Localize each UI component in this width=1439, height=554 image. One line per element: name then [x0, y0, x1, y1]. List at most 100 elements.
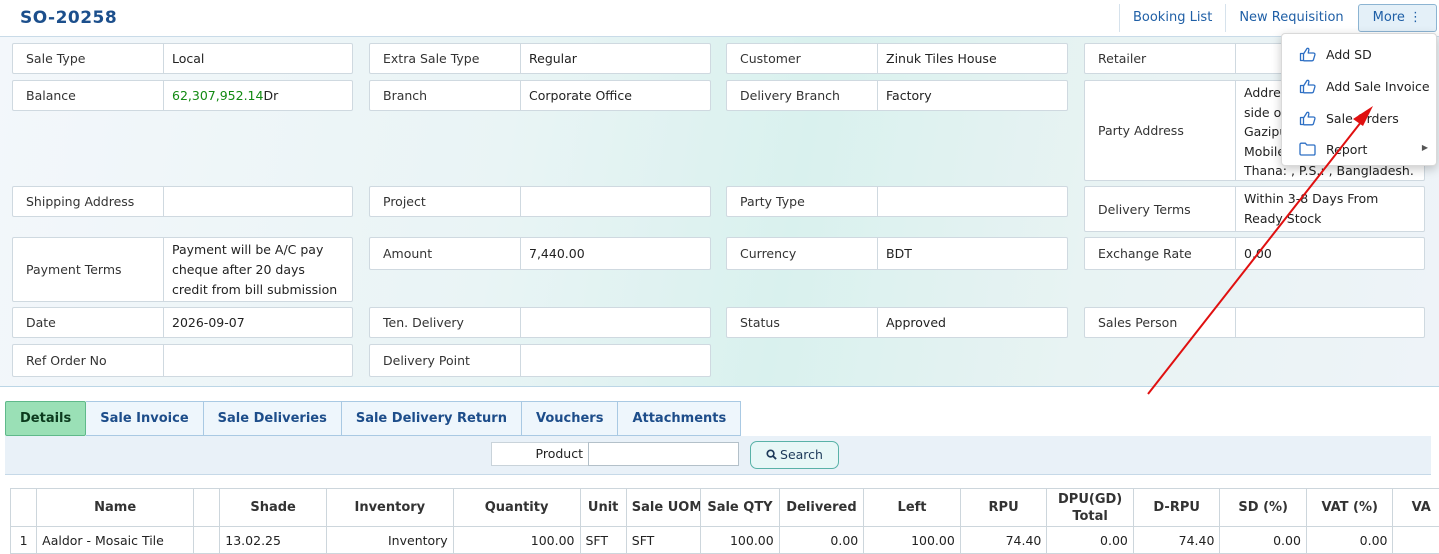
cell-unit: SFT	[579, 526, 627, 554]
field-value: Zinuk Tiles House	[886, 50, 997, 66]
field-value	[521, 345, 710, 376]
detail-tabs: Details Sale Invoice Sale Deliveries Sal…	[5, 401, 742, 436]
table-header-row: Name Shade Inventory Quantity Unit Sale …	[9, 488, 1439, 527]
booking-list-link[interactable]: Booking List	[1118, 4, 1225, 32]
field-amount: Amount 7,440.00	[369, 237, 711, 270]
field-label: Branch	[370, 81, 521, 110]
field-label: Currency	[727, 238, 878, 269]
field-value	[164, 187, 352, 216]
cell-rpu: 74.40	[959, 526, 1048, 554]
col-header	[9, 488, 38, 527]
more-dropdown-menu: Add SD Add Sale Invoice Sale Orders Repo…	[1281, 33, 1437, 166]
menu-item-label: Add Sale Invoice	[1326, 78, 1430, 94]
field-value: Regular	[529, 50, 577, 66]
field-value: Corporate Office	[529, 87, 632, 103]
search-button[interactable]: Search	[750, 441, 839, 469]
field-value	[521, 308, 710, 337]
field-label: Project	[370, 187, 521, 216]
field-value: BDT	[886, 245, 912, 261]
menu-item-report[interactable]: Report ▶	[1282, 134, 1438, 164]
tab-details[interactable]: Details	[5, 401, 87, 436]
col-header[interactable]: Quantity	[452, 488, 581, 527]
field-label: Ref Order No	[13, 345, 164, 376]
col-header[interactable]: Name	[36, 488, 195, 527]
field-customer: Customer Zinuk Tiles House	[726, 43, 1068, 74]
field-sales-person: Sales Person	[1084, 307, 1425, 338]
field-project: Project	[369, 186, 711, 217]
tab-sale-delivery-return[interactable]: Sale Delivery Return	[341, 401, 522, 436]
col-header[interactable]: Unit	[579, 488, 627, 527]
menu-item-add-sd[interactable]: Add SD	[1282, 39, 1438, 69]
balance-amount: 62,307,952.14	[172, 87, 264, 103]
field-label: Balance	[13, 81, 164, 110]
thumb-up-icon	[1298, 110, 1316, 126]
cell-sd: 0.00	[1219, 526, 1307, 554]
field-value: 62,307,952.14 Dr	[164, 81, 352, 110]
col-header[interactable]: RPU	[959, 488, 1048, 527]
cell-index: 1	[9, 526, 38, 554]
cell-delivered: 0.00	[778, 526, 865, 554]
product-input[interactable]	[588, 442, 739, 466]
field-value: Approved	[886, 314, 946, 330]
search-button-label: Search	[780, 447, 823, 462]
balance-suffix: Dr	[263, 87, 279, 103]
field-value	[1236, 308, 1424, 337]
field-shipping-address: Shipping Address	[12, 186, 353, 217]
field-label: Date	[13, 308, 164, 337]
tab-attachments[interactable]: Attachments	[618, 401, 742, 436]
field-value: Payment will be A/C pay cheque after 20 …	[172, 242, 338, 297]
cell-quantity: 100.00	[452, 526, 581, 554]
cell-inventory: Inventory	[325, 526, 454, 554]
sale-order-form: Sale Type Local Extra Sale Type Regular …	[0, 37, 1439, 387]
tab-vouchers[interactable]: Vouchers	[521, 401, 619, 436]
field-value: 7,440.00	[529, 245, 585, 261]
folder-icon	[1298, 141, 1316, 157]
field-value: Within 3-8 Days From Ready Stock	[1244, 191, 1379, 226]
col-header	[193, 488, 221, 527]
col-header[interactable]: VA	[1392, 488, 1439, 527]
col-header[interactable]: Shade	[219, 488, 327, 527]
field-value	[878, 187, 1067, 216]
field-label: Status	[727, 308, 878, 337]
product-search-bar: Product Search	[5, 436, 1431, 475]
thumb-up-icon	[1298, 46, 1316, 62]
cell-vat: 0.00	[1305, 526, 1394, 554]
col-header[interactable]: Sale UOM	[625, 488, 702, 527]
field-value	[521, 187, 710, 216]
col-header[interactable]: VAT (%)	[1305, 488, 1394, 527]
menu-item-add-sale-invoice[interactable]: Add Sale Invoice	[1282, 71, 1438, 101]
table-row[interactable]: 1 Aaldor - Mosaic Tile 13.02.25 Inventor…	[9, 526, 1439, 554]
order-items-table: Name Shade Inventory Quantity Unit Sale …	[9, 488, 1439, 554]
field-value: Local	[172, 50, 205, 66]
col-header[interactable]: SD (%)	[1219, 488, 1307, 527]
field-label: Payment Terms	[13, 238, 164, 301]
field-label: Extra Sale Type	[370, 44, 521, 73]
page-title: SO-20258	[20, 8, 118, 28]
field-ref-order-no: Ref Order No	[12, 344, 353, 377]
menu-item-label: Add SD	[1326, 46, 1372, 62]
field-label: Party Type	[727, 187, 878, 216]
col-header[interactable]: Sale QTY	[700, 488, 780, 527]
col-header[interactable]: D-RPU	[1132, 488, 1221, 527]
col-header[interactable]: Delivered	[778, 488, 865, 527]
tab-sale-invoice[interactable]: Sale Invoice	[86, 401, 204, 436]
field-delivery-terms: Delivery Terms Within 3-8 Days From Read…	[1084, 186, 1425, 232]
cell-shade: 13.02.25	[219, 526, 327, 554]
new-requisition-link[interactable]: New Requisition	[1225, 4, 1356, 32]
more-button[interactable]: More ⋮	[1357, 4, 1437, 32]
field-label: Customer	[727, 44, 878, 73]
field-label: Sale Type	[13, 44, 164, 73]
col-header[interactable]: Left	[863, 488, 961, 527]
cell-va	[1392, 526, 1439, 554]
address-line: Addre	[1244, 85, 1281, 100]
field-label: Amount	[370, 238, 521, 269]
menu-item-sale-orders[interactable]: Sale Orders	[1282, 103, 1438, 133]
field-ten-delivery: Ten. Delivery	[369, 307, 711, 338]
field-label: Sales Person	[1085, 308, 1236, 337]
header-actions: Booking List New Requisition More ⋮	[1118, 4, 1437, 32]
field-delivery-branch: Delivery Branch Factory	[726, 80, 1068, 111]
tab-sale-deliveries[interactable]: Sale Deliveries	[203, 401, 342, 436]
menu-item-label: Sale Orders	[1326, 110, 1399, 126]
col-header[interactable]: DPU(GD) Total	[1046, 488, 1134, 527]
col-header[interactable]: Inventory	[325, 488, 454, 527]
